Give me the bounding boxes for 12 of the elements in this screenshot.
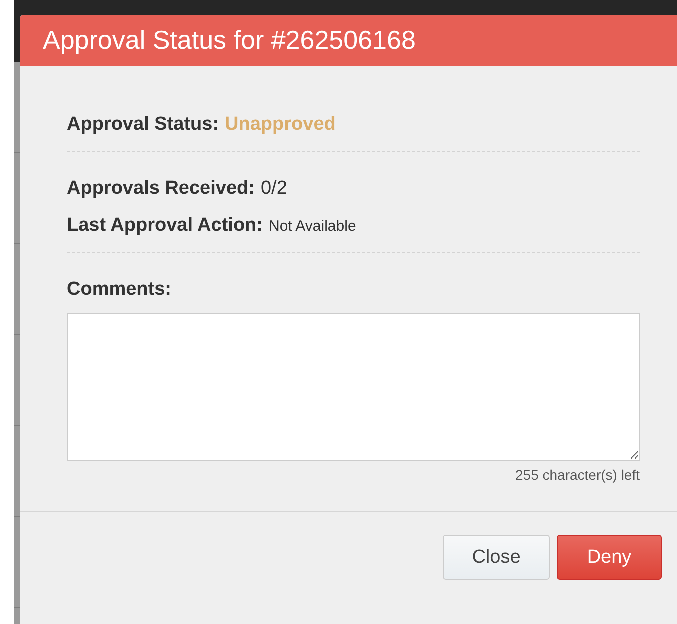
character-counter: 255 character(s) left: [516, 467, 640, 483]
status-label: Approval Status:: [67, 114, 220, 136]
status-value: Unapproved: [225, 114, 336, 136]
deny-button[interactable]: Deny: [557, 535, 662, 580]
comments-field[interactable]: [67, 313, 640, 461]
comments-label: Comments:: [67, 279, 172, 301]
detail-value: Not Available: [269, 217, 356, 237]
detail-value: 0/2: [260, 178, 288, 200]
dialog-title: Approval Status for #262506168: [20, 15, 677, 66]
detail-label: Approvals Received:: [67, 178, 255, 200]
detail-label: Last Approval Action:: [67, 215, 263, 237]
close-button[interactable]: Close: [443, 535, 550, 580]
